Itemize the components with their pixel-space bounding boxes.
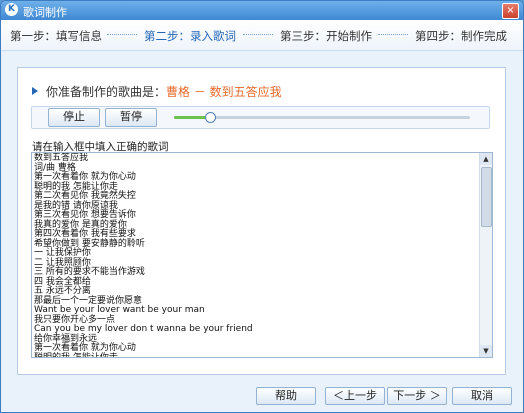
playback-progress-slider[interactable] — [174, 112, 470, 123]
main-panel: 你准备制作的歌曲是：曹格 － 数到五答应我 停止 暂停 请在输入框中填入正确的歌… — [17, 67, 506, 375]
step-enter-lyrics: 第二步：录入歌词 — [144, 29, 236, 43]
pause-button[interactable]: 暂停 — [105, 108, 157, 127]
lyrics-line: 聪明的我 怎能让你走 — [34, 352, 118, 358]
cancel-button[interactable]: 取消 — [452, 387, 512, 405]
wizard-steps: 第一步：填写信息 第二步：录入歌词 第三步：开始制作 第四步：制作完成 — [1, 20, 523, 51]
step-start-making: 第三步：开始制作 — [280, 29, 372, 43]
help-button[interactable]: 帮助 — [256, 387, 316, 405]
slider-thumb[interactable] — [204, 112, 216, 123]
lyrics-textarea[interactable]: 数到五答应我 词/曲 曹格 第一次看着你 就为你心动 聪明的我 怎能让你走 第二次看见你… — [31, 152, 493, 358]
lyrics-content[interactable]: 数到五答应我 词/曲 曹格 第一次看着你 就为你心动 聪明的我 怎能让你走 第二次看见你… — [34, 153, 474, 358]
lyrics-maker-window: K 歌词制作 × 第一步：填写信息 第二步：录入歌词 第三步：开始制作 第四步：… — [0, 0, 524, 413]
step-separator — [107, 34, 137, 35]
song-name: 曹格 － 数到五答应我 — [166, 85, 282, 99]
step-fill-info: 第一步：填写信息 — [10, 29, 102, 43]
song-label: 你准备制作的歌曲是： — [46, 85, 167, 99]
lyrics-scrollbar[interactable]: ▲ ▼ — [479, 153, 492, 357]
window-title: 歌词制作 — [23, 6, 67, 19]
lyrics-line: 一 让我保护你 — [34, 248, 91, 258]
scroll-down-icon[interactable]: ▼ — [480, 345, 492, 357]
song-info: 你准备制作的歌曲是：曹格 － 数到五答应我 — [32, 83, 282, 100]
playback-controls: 停止 暂停 — [31, 106, 490, 129]
step-separator — [378, 34, 408, 35]
lyrics-line: 四 我会全都给 — [34, 276, 91, 287]
play-arrow-icon — [32, 87, 38, 95]
close-button[interactable]: × — [502, 3, 519, 19]
lyrics-line: 希望你做到 要安静静的聆听 — [34, 238, 145, 249]
step-finished: 第四步：制作完成 — [415, 29, 507, 43]
stop-button[interactable]: 停止 — [48, 108, 100, 127]
lyrics-line: 数到五答应我 — [34, 153, 89, 163]
lyrics-line: Can you be my lover don t wanna be your … — [34, 324, 253, 334]
next-step-button[interactable]: 下一步 ＞ — [387, 387, 447, 405]
step-separator — [243, 34, 273, 35]
lyrics-line: 三 所有的要求不能当作游戏 — [34, 267, 145, 277]
title-bar[interactable]: K 歌词制作 × — [1, 1, 523, 20]
prev-step-button[interactable]: ＜上一步 — [325, 387, 385, 405]
app-logo-icon: K — [5, 3, 18, 16]
scroll-up-icon[interactable]: ▲ — [480, 153, 492, 165]
scrollbar-thumb[interactable] — [481, 167, 492, 227]
